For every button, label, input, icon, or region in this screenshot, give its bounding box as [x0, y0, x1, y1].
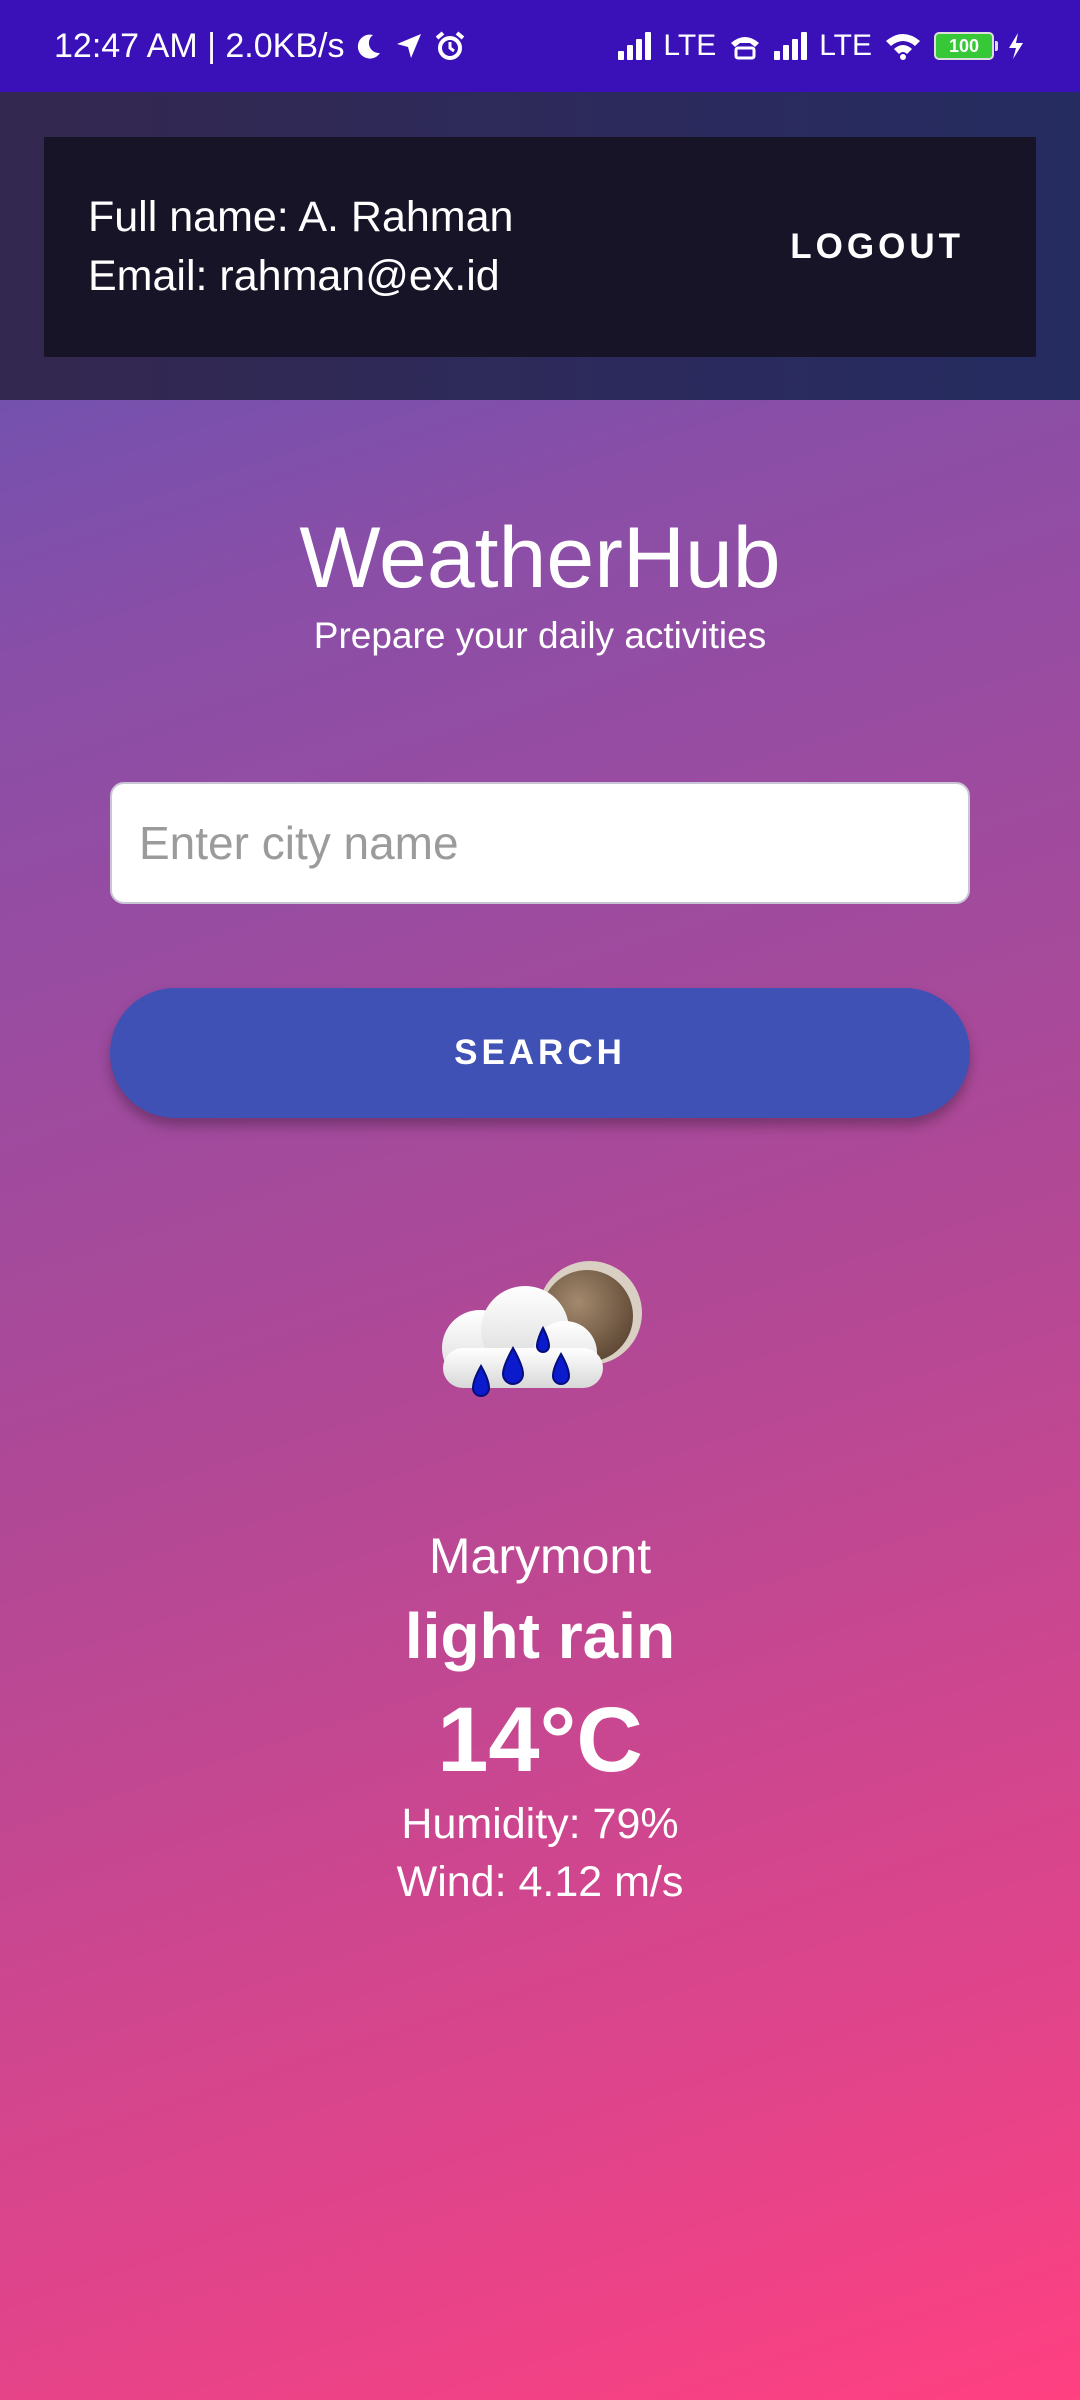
signal-icon — [618, 32, 652, 60]
email: Email: rahman@ex.id — [88, 252, 500, 300]
battery-level: 100 — [948, 35, 980, 56]
wifi-icon — [884, 29, 922, 63]
moon-icon — [354, 29, 384, 63]
network-type-2: LTE — [819, 29, 872, 62]
network-type-1: LTE — [663, 29, 717, 62]
temperature: 14°C — [437, 1689, 643, 1791]
user-card: Full name: A. Rahman Email: rahman@ex.id… — [44, 137, 1036, 357]
weather-description: light rain — [404, 1600, 676, 1672]
charging-icon — [1006, 29, 1026, 63]
rain-cloud-moon-icon — [425, 1258, 645, 1418]
app-subtitle: Prepare your daily activities — [313, 615, 767, 656]
alarm-icon — [434, 29, 466, 63]
full-name: Full name: A. Rahman — [88, 193, 514, 241]
signal-icon-2 — [774, 32, 808, 60]
user-info: Full name: A. Rahman Email: rahman@ex.id — [88, 188, 513, 306]
status-bar-right: LTE LTE 100 — [618, 29, 1026, 63]
location-arrow-icon — [394, 29, 424, 63]
city-search-input[interactable] — [110, 782, 970, 904]
wind: Wind: 4.12 m/s — [396, 1858, 684, 1906]
status-bar: 12:47 AM | 2.0KB/s LTE LTE 100 — [0, 0, 1080, 92]
city-name: Marymont — [428, 1528, 652, 1584]
humidity: Humidity: 79% — [401, 1800, 679, 1848]
status-bar-left: 12:47 AM | 2.0KB/s — [54, 27, 466, 66]
app-title: WeatherHub — [299, 510, 781, 606]
battery-icon: 100 — [934, 32, 998, 60]
search-button[interactable]: SEARCH — [110, 988, 970, 1118]
header-band: Full name: A. Rahman Email: rahman@ex.id… — [0, 92, 1080, 400]
status-time: 12:47 AM | 2.0KB/s — [54, 26, 345, 65]
volte-icon — [728, 29, 762, 63]
logout-button[interactable]: LOGOUT — [756, 207, 998, 287]
